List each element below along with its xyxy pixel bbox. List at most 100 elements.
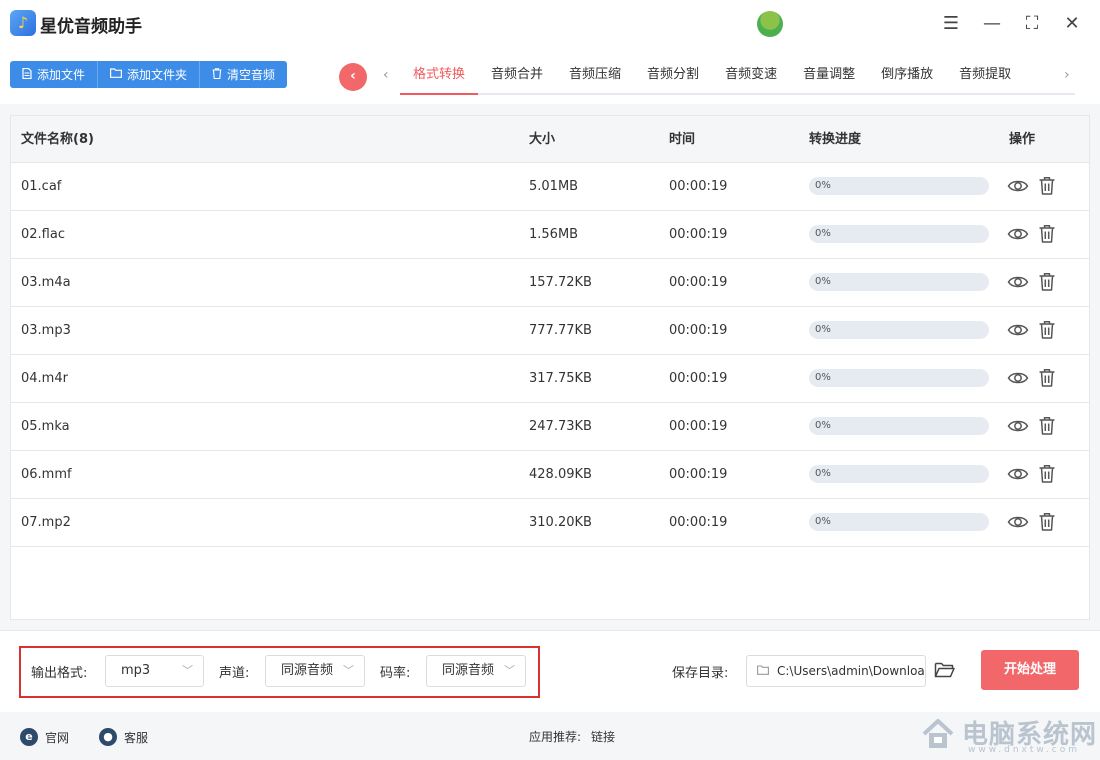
bitrate-value: 同源音频 <box>442 663 495 678</box>
tab-6[interactable]: 倒序播放 <box>868 58 946 93</box>
chat-icon: ● <box>99 728 117 746</box>
file-duration: 00:00:19 <box>669 275 728 290</box>
conversion-progress-bar: 0% <box>809 465 989 483</box>
app-recommend: 应用推荐: 链接 <box>529 728 615 745</box>
minimize-icon[interactable]: — <box>978 10 1006 38</box>
file-icon <box>22 67 32 82</box>
official-site-label: 官网 <box>45 730 70 745</box>
tabs-prev-icon[interactable]: ‹ <box>383 67 389 83</box>
file-duration: 00:00:19 <box>669 419 728 434</box>
eye-icon[interactable] <box>1007 319 1029 341</box>
add-file-button[interactable]: 添加文件 <box>10 61 99 88</box>
settings-icon[interactable]: ☰ <box>937 10 965 38</box>
table-row[interactable]: 02.flac 1.56MB 00:00:19 0% <box>11 211 1089 259</box>
eye-icon[interactable] <box>1007 463 1029 485</box>
save-path-input[interactable]: C:\Users\admin\Downloads <box>746 655 926 687</box>
table-row[interactable]: 07.mp2 310.20KB 00:00:19 0% <box>11 499 1089 547</box>
trash-icon[interactable] <box>1036 223 1058 245</box>
tab-4[interactable]: 音频变速 <box>712 58 790 93</box>
bitrate-select[interactable]: 同源音频 ﹀ <box>426 655 526 687</box>
tab-0[interactable]: 格式转换 <box>400 58 479 95</box>
trash-icon[interactable] <box>1036 367 1058 389</box>
trash-icon[interactable] <box>1036 511 1058 533</box>
chevron-down-icon: ﹀ <box>504 664 515 677</box>
customer-service-link[interactable]: ● 客服 <box>99 728 148 746</box>
tab-3[interactable]: 音频分割 <box>634 58 712 93</box>
tab-2[interactable]: 音频压缩 <box>556 58 634 93</box>
tab-5[interactable]: 音量调整 <box>790 58 868 93</box>
save-path-value: C:\Users\admin\Downloads <box>777 664 926 678</box>
conversion-progress-bar: 0% <box>809 177 989 195</box>
header-action: 操作 <box>1009 132 1036 147</box>
tab-7[interactable]: 音频提取 <box>946 58 1024 93</box>
eye-icon[interactable] <box>1007 367 1029 389</box>
file-duration: 00:00:19 <box>669 371 728 386</box>
channel-label: 声道: <box>219 666 250 681</box>
site-watermark: 电脑系统网 www.dnxtw.com <box>918 712 1098 758</box>
trash-icon[interactable] <box>1036 415 1058 437</box>
clear-audio-button[interactable]: 清空音频 <box>200 61 288 88</box>
file-size: 777.77KB <box>529 323 592 338</box>
output-format-select[interactable]: mp3 ﹀ <box>105 655 204 687</box>
table-row[interactable]: 03.mp3 777.77KB 00:00:19 0% <box>11 307 1089 355</box>
tabs-next-icon[interactable]: › <box>1064 67 1070 83</box>
official-site-link[interactable]: e 官网 <box>20 728 69 746</box>
eye-icon[interactable] <box>1007 511 1029 533</box>
file-duration: 00:00:19 <box>669 515 728 530</box>
chevron-down-icon: ﹀ <box>182 664 193 677</box>
user-avatar[interactable] <box>757 11 783 37</box>
maximize-icon[interactable]: ⛶ <box>1018 10 1046 38</box>
table-row[interactable]: 01.caf 5.01MB 00:00:19 0% <box>11 163 1089 211</box>
add-folder-label: 添加文件夹 <box>127 68 188 82</box>
file-name: 02.flac <box>21 227 65 242</box>
eye-icon[interactable] <box>1007 415 1029 437</box>
close-icon[interactable]: ✕ <box>1058 10 1086 38</box>
table-row[interactable]: 05.mka 247.73KB 00:00:19 0% <box>11 403 1089 451</box>
file-toolbar: 添加文件 添加文件夹 清空音频 <box>10 61 288 88</box>
progress-text: 0% <box>815 276 831 287</box>
trash-icon[interactable] <box>1036 463 1058 485</box>
conversion-progress-bar: 0% <box>809 321 989 339</box>
trash-icon[interactable] <box>1036 319 1058 341</box>
table-row[interactable]: 03.m4a 157.72KB 00:00:19 0% <box>11 259 1089 307</box>
file-name: 01.caf <box>21 179 62 194</box>
collapse-back-button[interactable]: ‹ <box>339 63 367 91</box>
eye-icon[interactable] <box>1007 175 1029 197</box>
progress-text: 0% <box>815 372 831 383</box>
tab-1[interactable]: 音频合并 <box>478 58 556 93</box>
file-size: 310.20KB <box>529 515 592 530</box>
trash-icon <box>212 67 222 82</box>
customer-service-label: 客服 <box>124 730 149 745</box>
recommend-link[interactable]: 链接 <box>591 728 615 745</box>
file-name: 03.m4a <box>21 275 71 290</box>
table-row[interactable]: 04.m4r 317.75KB 00:00:19 0% <box>11 355 1089 403</box>
eye-icon[interactable] <box>1007 271 1029 293</box>
user-name-area[interactable] <box>783 14 933 34</box>
trash-icon[interactable] <box>1036 271 1058 293</box>
clear-audio-label: 清空音频 <box>227 68 276 82</box>
output-format-label: 输出格式: <box>31 666 88 681</box>
app-title: 星优音频助手 <box>40 17 142 37</box>
header-name: 文件名称(8) <box>21 132 94 147</box>
add-folder-button[interactable]: 添加文件夹 <box>98 61 201 88</box>
trash-icon[interactable] <box>1036 175 1058 197</box>
browse-folder-icon[interactable] <box>934 660 958 682</box>
file-duration: 00:00:19 <box>669 323 728 338</box>
start-processing-button[interactable]: 开始处理 <box>981 650 1079 690</box>
table-header: 文件名称(8) 大小 时间 转换进度 操作 <box>11 116 1089 163</box>
channel-select[interactable]: 同源音频 ﹀ <box>265 655 365 687</box>
folder-icon <box>757 656 769 686</box>
progress-text: 0% <box>815 324 831 335</box>
eye-icon[interactable] <box>1007 223 1029 245</box>
file-name: 05.mka <box>21 419 70 434</box>
file-size: 247.73KB <box>529 419 592 434</box>
progress-text: 0% <box>815 180 831 191</box>
table-row[interactable]: 06.mmf 428.09KB 00:00:19 0% <box>11 451 1089 499</box>
progress-text: 0% <box>815 516 831 527</box>
table-body: 01.caf 5.01MB 00:00:19 0% 02.flac 1.56MB 00:00… <box>11 163 1089 547</box>
header-size: 大小 <box>529 132 556 147</box>
header-progress: 转换进度 <box>809 132 862 147</box>
file-size: 5.01MB <box>529 179 579 194</box>
file-table: 文件名称(8) 大小 时间 转换进度 操作 01.caf 5.01MB 00:00:… <box>10 115 1090 620</box>
function-tabs: 格式转换 音频合并 音频压缩 音频分割 音频变速 音量调整 倒序播放 音频提取 <box>400 58 1075 95</box>
